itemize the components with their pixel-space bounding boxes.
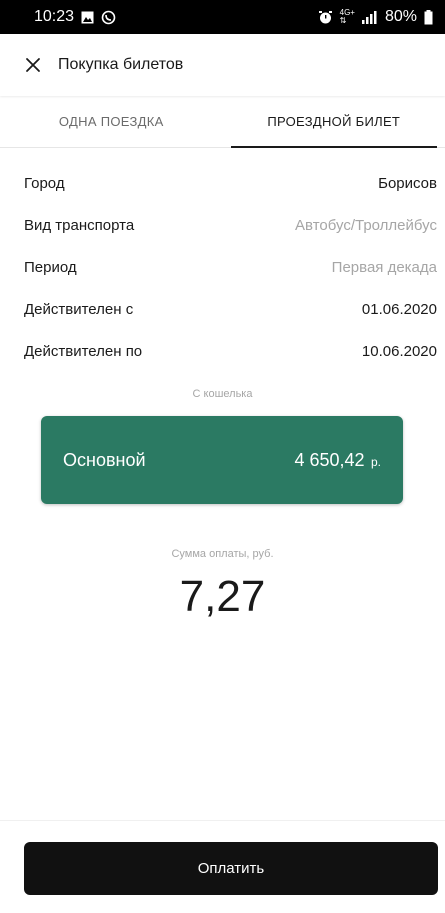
- valid-from-value: 01.06.2020: [361, 300, 437, 318]
- ticket-type-tabs: ОДНА ПОЕЗДКА ПРОЕЗДНОЙ БИЛЕТ: [0, 96, 445, 148]
- battery-percent: 80%: [384, 8, 417, 25]
- status-bar-right: 4G+ ⇅ 80%: [318, 8, 433, 26]
- payment-sum-caption: Сумма оплаты, руб.: [171, 548, 274, 560]
- bottom-bar: Оплатить: [0, 820, 445, 913]
- wallet-name: Основной: [63, 449, 146, 470]
- alarm-icon: [318, 10, 333, 25]
- close-icon[interactable]: [24, 56, 42, 74]
- wallet-balance: 4 650,42 р.: [294, 450, 381, 471]
- payment-sum-value: 7,27: [179, 572, 266, 621]
- wallet-caption: С кошелька: [192, 388, 253, 400]
- transport-type-row[interactable]: Вид транспорта Автобус/Троллейбус: [0, 204, 445, 246]
- pay-button[interactable]: Оплатить: [24, 842, 438, 895]
- city-row[interactable]: Город Борисов: [0, 162, 445, 204]
- transport-type-label: Вид транспорта: [24, 216, 135, 234]
- data-arrows-icon: ⇅: [339, 16, 347, 25]
- ticket-purchase-screen: 10:23 4G+ ⇅ 80% Покупка билетов ОДНА ПОЕ…: [0, 0, 445, 913]
- valid-from-label: Действителен с: [24, 300, 134, 318]
- period-row[interactable]: Период Первая декада: [0, 246, 445, 288]
- signal-icon: [361, 10, 378, 24]
- period-value: Первая декада: [331, 258, 437, 276]
- wallet-card[interactable]: Основной 4 650,42 р.: [41, 416, 403, 504]
- valid-from-row[interactable]: Действителен с 01.06.2020: [0, 288, 445, 330]
- city-value: Борисов: [378, 174, 437, 192]
- period-label: Период: [24, 258, 77, 276]
- status-bar: 10:23 4G+ ⇅ 80%: [0, 0, 445, 34]
- valid-to-value: 10.06.2020: [361, 342, 437, 360]
- tab-travel-pass[interactable]: ПРОЕЗДНОЙ БИЛЕТ: [223, 96, 445, 148]
- viber-icon: [101, 10, 116, 25]
- city-label: Город: [24, 174, 65, 192]
- status-bar-left: 10:23: [34, 8, 116, 26]
- tab-single-trip[interactable]: ОДНА ПОЕЗДКА: [0, 96, 223, 147]
- wallet-currency: р.: [370, 454, 381, 469]
- page-title: Покупка билетов: [58, 56, 184, 73]
- wallet-amount: 4 650,42: [294, 449, 365, 470]
- battery-icon: [424, 9, 433, 25]
- valid-to-row[interactable]: Действителен по 10.06.2020: [0, 330, 445, 372]
- gallery-icon: [81, 11, 94, 24]
- transport-type-value: Автобус/Троллейбус: [295, 216, 437, 234]
- app-bar: Покупка билетов: [0, 34, 445, 96]
- valid-to-label: Действителен по: [24, 342, 143, 360]
- network-indicator: 4G+ ⇅: [340, 9, 355, 25]
- status-time: 10:23: [34, 8, 75, 25]
- ticket-details-list: Город Борисов Вид транспорта Автобус/Тро…: [0, 162, 445, 372]
